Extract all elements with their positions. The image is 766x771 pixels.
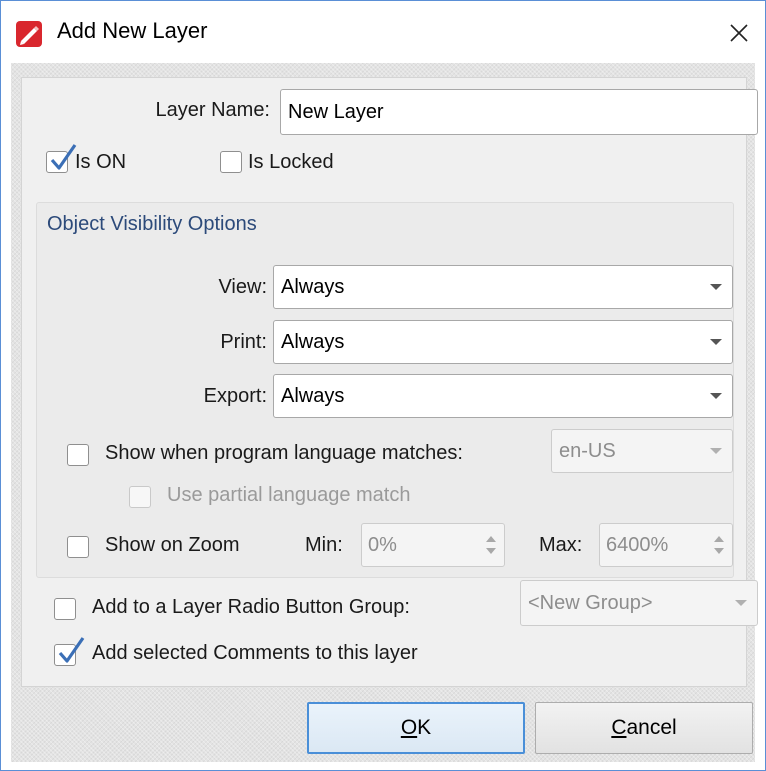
is-locked-checkbox[interactable] [220, 151, 242, 173]
spinner-arrows-icon [486, 536, 496, 554]
export-select[interactable]: Always [273, 374, 733, 418]
language-select[interactable]: en-US [551, 429, 733, 473]
dialog-body: Layer Name: New Layer Is ON Is Locked Ob… [11, 63, 758, 762]
layer-name-label: Layer Name: [155, 99, 271, 121]
cancel-mnemonic: C [611, 716, 627, 739]
ok-button[interactable]: OK [307, 702, 525, 754]
zoom-min-label: Min: [305, 534, 343, 556]
language-match-checkbox[interactable] [67, 444, 89, 466]
is-locked-label: Is Locked [248, 151, 334, 173]
zoom-min-value: 0% [368, 533, 397, 556]
partial-language-label: Use partial language match [167, 484, 411, 506]
view-select[interactable]: Always [273, 265, 733, 309]
radio-group-label: Add to a Layer Radio Button Group: [92, 596, 410, 618]
checkmark-icon [50, 144, 77, 170]
zoom-min-spinner[interactable]: 0% [361, 523, 505, 567]
radio-group-select-value: <New Group> [528, 591, 653, 614]
radio-group-select[interactable]: <New Group> [520, 580, 758, 626]
chevron-down-icon [735, 600, 747, 606]
show-on-zoom-label: Show on Zoom [105, 534, 240, 556]
language-select-value: en-US [559, 439, 616, 462]
pdf-editor-icon [16, 21, 42, 47]
cancel-button[interactable]: Cancel [535, 702, 753, 754]
export-select-value: Always [281, 384, 345, 407]
close-button[interactable] [719, 15, 759, 51]
export-label: Export: [203, 385, 267, 407]
layer-name-input[interactable]: New Layer [280, 89, 758, 135]
spinner-arrows-icon [714, 536, 724, 554]
is-on-checkbox[interactable] [46, 144, 77, 173]
show-on-zoom-checkbox[interactable] [67, 536, 89, 558]
radio-group-checkbox[interactable] [54, 598, 76, 620]
is-on-label: Is ON [75, 151, 127, 173]
zoom-max-label: Max: [539, 534, 583, 556]
cancel-label-rest: ancel [626, 716, 677, 739]
zoom-max-value: 6400% [606, 533, 669, 556]
add-comments-label: Add selected Comments to this layer [92, 642, 418, 664]
window-title: Add New Layer [57, 18, 208, 43]
zoom-max-spinner[interactable]: 6400% [599, 523, 733, 567]
ok-label-rest: K [417, 716, 432, 739]
language-match-label: Show when program language matches: [105, 442, 463, 464]
chevron-down-icon [710, 393, 722, 399]
chevron-down-icon [710, 448, 722, 454]
close-icon [730, 24, 748, 42]
layer-options-panel: Layer Name: New Layer Is ON Is Locked Ob… [21, 77, 758, 687]
add-new-layer-dialog: Add New Layer Layer Name: New Layer Is O… [0, 0, 766, 771]
checkmark-icon [58, 637, 85, 663]
chevron-down-icon [710, 339, 722, 345]
partial-language-checkbox[interactable] [129, 486, 151, 508]
add-comments-checkbox[interactable] [54, 637, 85, 666]
title-bar: Add New Layer [1, 1, 765, 63]
print-select-value: Always [281, 330, 345, 353]
print-label: Print: [220, 331, 267, 353]
view-select-value: Always [281, 275, 345, 298]
ok-mnemonic: O [400, 716, 418, 739]
chevron-down-icon [710, 284, 722, 290]
view-label: View: [218, 276, 267, 298]
print-select[interactable]: Always [273, 320, 733, 364]
object-visibility-group: Object Visibility Options View: Always P… [36, 202, 734, 578]
group-title: Object Visibility Options [47, 213, 257, 235]
